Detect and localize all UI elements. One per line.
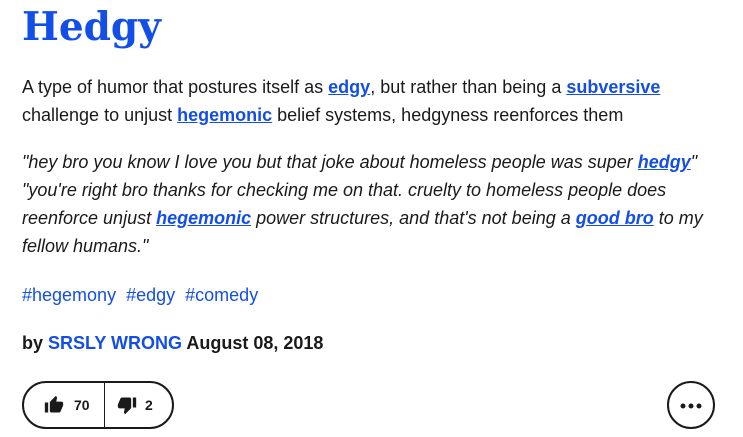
byline-prefix: by [22,333,49,353]
more-options-button[interactable] [667,381,715,429]
tag-hegemony[interactable]: #hegemony [22,285,116,305]
definition-meaning: A type of humor that postures itself as … [22,73,722,129]
thumbs-down-icon [117,395,137,415]
link-subversive[interactable]: subversive [566,77,660,97]
meaning-text: belief systems, hedgyness reenforces the… [272,105,624,125]
more-options-icon [680,396,702,414]
link-edgy[interactable]: edgy [328,77,370,97]
meaning-text: challenge to unjust [22,105,178,125]
meaning-text: A type of humor that postures itself as [22,77,329,97]
example-text: power structures, and that's not being a [251,208,576,228]
tag-edgy[interactable]: #edgy [126,285,175,305]
downvote-button[interactable]: 2 [105,383,153,427]
meaning-text: , but rather than being a [370,77,567,97]
link-hegemonic[interactable]: hegemonic [177,105,272,125]
link-good-bro[interactable]: good bro [576,208,654,228]
upvote-count: 70 [74,397,90,413]
vote-controls: 70 2 [22,381,174,429]
example-text: " [690,152,698,172]
tag-comedy[interactable]: #comedy [185,285,258,305]
definition-title[interactable]: Hedgy [22,4,161,51]
example-text: "hey bro you know I love you but that jo… [22,152,638,172]
tag-list: #hegemony #edgy #comedy [22,281,263,309]
definition-example: "hey bro you know I love you but that jo… [22,148,727,260]
link-hegemonic-example[interactable]: hegemonic [156,208,251,228]
post-date: August 08, 2018 [182,333,324,353]
link-hedgy[interactable]: hedgy [638,152,691,172]
downvote-count: 2 [145,397,153,413]
author-link[interactable]: SRSLY WRONG [48,333,182,353]
byline: by SRSLY WRONG August 08, 2018 [22,329,323,357]
upvote-button[interactable]: 70 [24,383,104,427]
thumbs-up-icon [44,395,64,415]
